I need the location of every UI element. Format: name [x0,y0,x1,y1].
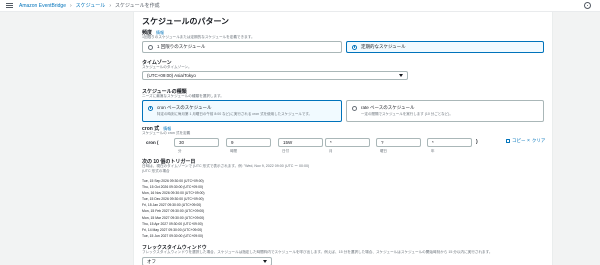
cron-month-unit: 月 [329,149,333,153]
cron-suffix: ) [476,139,478,145]
radio-icon [148,44,153,50]
list-item: Mon, 15 Feb 2027 09:30:00 (UTC+09:00) [142,209,205,214]
schedule-pattern-panel: スケジュールのパターン 頻度 情報 1回限りのスケジュールまたは定期的なスケジュー… [133,12,553,265]
cron-month-input[interactable]: * [325,138,370,147]
trigger-date-list: Tue, 15 Sep 2026 09:30:00 (UTC+09:00) Th… [142,178,204,239]
cron-day-of-week-unit: 曜日 [380,149,387,153]
cron-hours-input[interactable]: 9 [226,138,271,147]
close-icon: × [527,138,530,144]
timezone-value: (UTC+09:00) Asia/Tokyo [147,73,196,78]
option-sub: 一定の間隔でスケジュールを実行します (10 分ごとなど)。 [361,112,453,116]
page-title: スケジュールのパターン [142,17,230,26]
cron-minutes-unit: 分 [178,149,182,153]
list-item: Thu, 15 Apr 2027 09:30:00 (UTC+09:00) [142,221,203,226]
list-item: Fri, 14 May 2027 09:30:00 (UTC+09:00) [142,227,203,232]
timezone-desc: スケジュールのタイムゾーン。 [142,65,192,69]
breadcrumb: Amazon EventBridge › スケジュール › スケジュールを作成 [19,2,160,10]
menu-icon[interactable] [6,3,13,8]
cron-year-input[interactable]: * [427,138,472,147]
radio-icon [352,105,357,111]
option-label: 定期的なスケジュール [361,44,406,49]
cron-based-option[interactable]: cron ベースのスケジュール 特定の時刻に毎月第 1 月曜日の午前 8:00 … [142,100,342,122]
chevron-down-icon [263,260,267,263]
chevron-right-icon: › [69,2,72,9]
flex-window-value: オフ [147,258,156,264]
option-sub: 特定の時刻に毎月第 1 月曜日の午前 8:00 など)に実行される cron 式… [157,112,312,116]
cron-day-of-month-input[interactable]: 15W [278,138,323,147]
cron-minutes-input[interactable]: 30 [174,138,219,147]
rate-based-option[interactable]: rate ベースのスケジュール 一定の間隔でスケジュールを実行します (10 分… [346,100,544,122]
cron-year-unit: 年 [431,149,435,153]
occurrence-desc: 1回限りのスケジュールまたは定期的なスケジュールを定義できます。 [142,35,255,39]
radio-selected-icon [148,105,153,111]
option-title: cron ベースのスケジュール [157,105,212,110]
schedule-type-desc: ニーズに最適なスケジュールの種類を選択します。 [142,94,224,98]
clear-button[interactable]: × クリア [527,138,545,144]
copy-button[interactable]: コピー [506,138,526,144]
cron-desc: スケジュールの cron 式を定義 [142,131,191,135]
breadcrumb-eventbridge[interactable]: Amazon EventBridge [19,3,66,9]
settings-icon[interactable] [584,2,591,9]
cron-day-of-month-unit: 日付 [282,149,289,153]
next-triggers-desc-2: (UTC 形式の場合 [142,169,170,173]
chevron-right-icon: › [109,2,111,9]
recurring-schedule-option[interactable]: 定期的なスケジュール [346,41,544,53]
flex-window-desc: フレックスタイムウィンドウを選択した場合、スケジュールは指定した時間枠内でスケジ… [142,250,493,254]
option-title: rate ベースのスケジュール [361,105,415,110]
flex-window-select[interactable]: オフ [142,257,272,265]
one-time-schedule-option[interactable]: 1 回限りのスケジュール [142,41,342,53]
radio-selected-icon [352,44,357,50]
breadcrumb-schedules[interactable]: スケジュール [76,2,106,9]
list-item: Tue, 15 Jun 2027 09:30:00 (UTC+09:00) [142,233,204,238]
chevron-down-icon [399,74,403,77]
timezone-select[interactable]: (UTC+09:00) Asia/Tokyo [142,71,408,80]
top-bar: Amazon EventBridge › スケジュール › スケジュールを作成 [0,0,600,12]
cron-hours-unit: 時間 [230,149,237,153]
breadcrumb-current: スケジュールを作成 [114,3,160,9]
option-label: 1 回限りのスケジュール [157,44,206,49]
cron-prefix: cron ( [146,140,159,145]
right-gutter [553,12,600,265]
copy-icon [506,139,510,143]
cron-day-of-week-input[interactable]: ? [376,138,421,147]
list-item: Mon, 15 Mar 2027 09:30:00 (UTC+09:00) [142,215,205,220]
